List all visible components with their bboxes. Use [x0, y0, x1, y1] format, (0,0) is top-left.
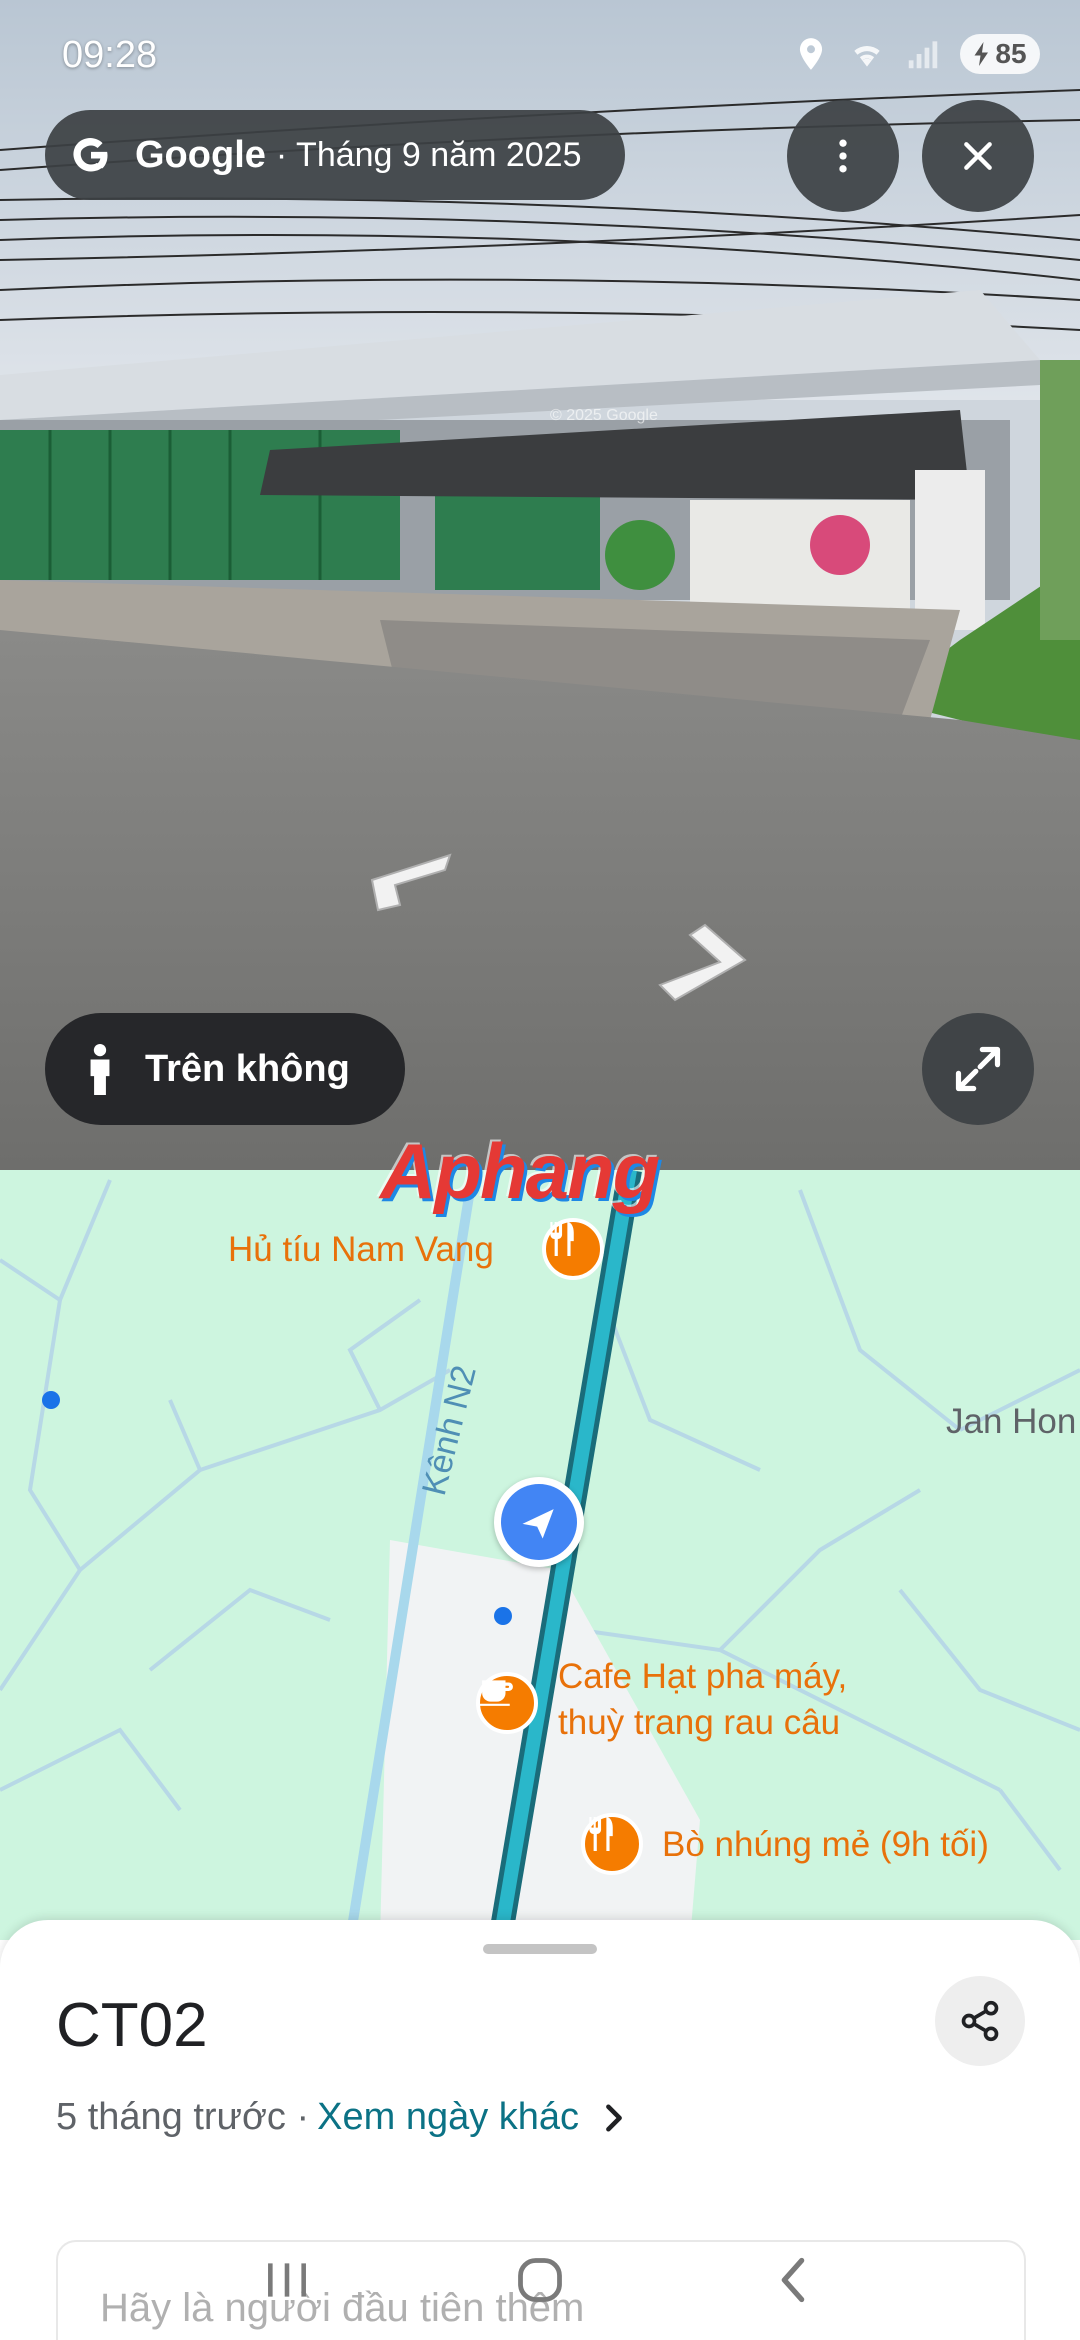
restaurant-icon [589, 1817, 613, 1851]
other-dates-link[interactable]: Xem ngày khác [317, 2096, 579, 2139]
google-brand: Google [135, 133, 266, 176]
close-button[interactable] [922, 100, 1034, 212]
share-icon [961, 2000, 999, 2042]
share-button[interactable] [935, 1976, 1025, 2066]
back-button[interactable] [753, 2240, 833, 2320]
poi-label-hu-tiu[interactable]: Hủ tíu Nam Vang [228, 1227, 494, 1273]
more-options-button[interactable] [787, 100, 899, 212]
more-vert-icon [839, 139, 847, 173]
restaurant-icon [550, 1222, 574, 1256]
system-nav-bar [0, 2220, 1080, 2340]
poi-pin-cafe[interactable] [476, 1672, 538, 1734]
recent-apps-button[interactable] [247, 2240, 327, 2320]
expand-icon [955, 1046, 1001, 1092]
place-title: CT02 [56, 1991, 208, 2060]
close-icon [964, 142, 992, 170]
battery-indicator: 85 [960, 34, 1040, 74]
home-button[interactable] [500, 2240, 580, 2320]
image-watermark: © 2025 Google [550, 407, 658, 424]
status-icons: 85 [792, 34, 1040, 74]
street-view-panorama[interactable]: © 2025 Google 09:28 85 Google · Tháng 9 … [0, 0, 1080, 1170]
area-label: Jan Hon [946, 1402, 1077, 1441]
poi-pin-bo-nhung[interactable] [581, 1813, 643, 1875]
home-icon [518, 2258, 562, 2302]
pegman-icon [90, 1043, 110, 1095]
map-dot [42, 1391, 60, 1409]
google-g-icon [73, 137, 108, 172]
fullscreen-button[interactable] [922, 1013, 1034, 1125]
battery-level: 85 [995, 38, 1027, 69]
capture-date: · Tháng 9 năm 2025 [275, 135, 582, 174]
status-time: 09:28 [62, 34, 158, 76]
back-icon [782, 2257, 805, 2303]
poi-label-bo-nhung[interactable]: Bò nhúng mẻ (9h tối) [662, 1822, 989, 1868]
cafe-icon [480, 1680, 513, 1706]
signal-icon [908, 41, 938, 69]
watermark-logo: Aphang [380, 1127, 660, 1215]
status-bar: 09:28 85 [0, 0, 1080, 110]
poi-label-cafe-line1[interactable]: Cafe Hạt pha máy, [558, 1654, 847, 1700]
capture-age: 5 tháng trước · [56, 2096, 310, 2138]
battery-charging-icon [974, 42, 989, 66]
poi-label-cafe-line2[interactable]: thuỳ trang rau câu [558, 1700, 840, 1746]
date-row: 5 tháng trước · Xem ngày khác [56, 2096, 627, 2139]
map-dot [494, 1607, 512, 1625]
aerial-view-button[interactable]: Trên không [45, 1013, 405, 1125]
navigation-arrow-icon [522, 1509, 554, 1539]
poi-pin-hu-tiu[interactable] [542, 1218, 604, 1280]
wifi-icon [854, 45, 880, 67]
current-location-marker [494, 1477, 584, 1567]
recent-apps-icon [267, 2263, 306, 2297]
location-icon [799, 38, 823, 70]
aerial-view-label: Trên không [145, 1047, 350, 1090]
street-view-header: Google · Tháng 9 năm 2025 [45, 110, 625, 200]
chevron-right-icon[interactable] [601, 2103, 627, 2133]
drag-handle[interactable] [483, 1944, 597, 1954]
